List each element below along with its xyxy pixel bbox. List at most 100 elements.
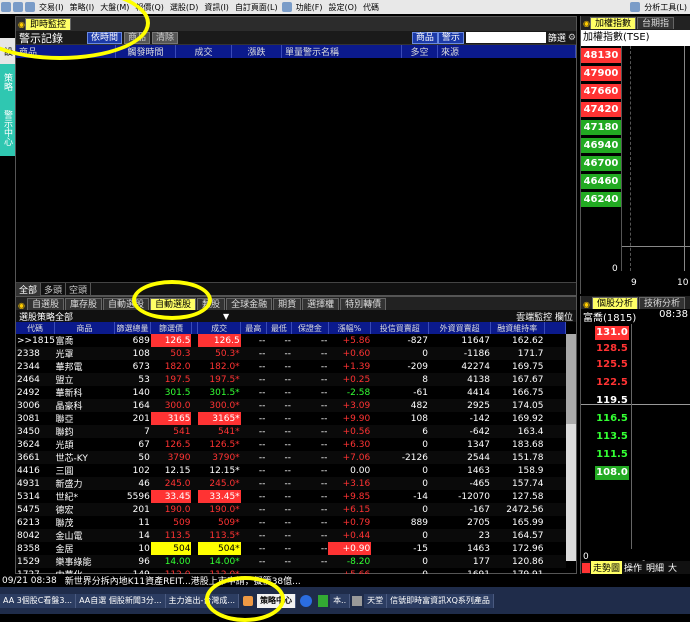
tab-large[interactable]: 大 [666,561,679,574]
app-icon[interactable] [318,594,329,607]
table-row[interactable]: 3624 光頡 67 126.5 126.5* -- -- -- +6.30 0 1347 183.6… [16,438,566,452]
tab-watchlist[interactable]: 自選股 [26,298,64,310]
table-row[interactable]: 3450 聯鈞 7 541 541* -- -- -- +0.56 6 -642 163.4 [16,425,566,438]
tab-convertible-bond[interactable]: 特別轉債 [340,298,387,310]
taskbar-strategy-center[interactable]: 策略中心 [257,593,297,608]
tab-stock-analysis[interactable]: 個股分析 [591,297,638,309]
col-screen-volume[interactable]: 篩選總量 [114,322,152,334]
table-row[interactable]: 2338 光罩 108 50.3 50.3* -- -- -- +0.60 0 -1186 171.7 [16,347,566,360]
panel-menu-icon[interactable]: ◉ [18,20,25,29]
tab-long[interactable]: 多頭 [41,282,67,296]
forward-icon[interactable] [13,2,23,12]
tab-options[interactable]: 選擇權 [302,298,340,310]
panel-menu-icon[interactable]: ◉ [581,19,590,28]
filter-label[interactable]: 篩選 [548,31,566,44]
browser-icon[interactable] [300,594,313,607]
tab-operations[interactable]: 操作 [622,561,644,574]
col-product[interactable]: 商品 [16,45,116,58]
chevron-down-icon[interactable]: ▼ [223,312,229,321]
table-row[interactable]: 4931 新盛力 46 245.0 245.0* -- -- -- +3.16 0 -465 157.… [16,477,566,490]
tab-auto-screen-1[interactable]: 自動選股 [103,298,150,310]
col-name[interactable]: 商品 [54,322,115,334]
table-row[interactable]: 8358 金居 10 504 504* -- -- -- +0.90 -15 1463 172.96 [16,542,566,555]
col-trigger-time[interactable]: 觸發時間 [116,45,176,58]
col-change[interactable]: 漲跌 [232,45,282,58]
menu-settings[interactable]: 設定(O) [325,2,360,13]
taskbar-item[interactable]: 信號即時富資訊XQ系列產品 [387,593,494,608]
menu-info[interactable]: 資訊(I) [201,2,232,13]
table-row[interactable]: 3081 聯亞 201 3165 3165* -- -- -- +9.90 108 -142 169.… [16,412,566,425]
tab-futures[interactable]: 期貨 [273,298,302,310]
col-margin-ratio[interactable]: 融資維持率 [490,322,545,334]
cursor-icon[interactable] [630,2,641,12]
news-ticker[interactable]: 09/21 08:38 新世界分拆內地K11資產REIT...港股上市申請，擬籌… [0,574,690,587]
panel-menu-icon[interactable]: ◉ [581,300,592,309]
col-change-pct[interactable]: 漲幅% [328,322,372,334]
tab-technical-analysis[interactable]: 技術分析 [639,297,686,309]
toolbar-icon[interactable] [281,2,292,12]
col-code[interactable]: 代碼 [16,322,55,334]
table-row[interactable]: 2464 盟立 53 197.5 197.5* -- -- -- +0.25 8 4138 167.6… [16,373,566,386]
by-time-button[interactable]: 依時間 [87,31,123,44]
tab-sector[interactable]: 類股 [197,298,226,310]
col-trust-net[interactable]: 投信買賣超 [370,322,430,334]
settings-gear-icon[interactable]: ⚙ [568,33,576,43]
side-tab-alert-center[interactable]: 警示中心 [0,100,15,156]
col-foreign-net[interactable]: 外資買賣超 [428,322,492,334]
table-row[interactable]: 3661 世芯-KY 50 3790 3790* -- -- -- +7.06 -2126 2544… [16,451,566,464]
menu-function[interactable]: 功能(F) [293,2,326,13]
alert-filter-button[interactable]: 警示 [437,31,464,44]
tab-details[interactable]: 明細 [644,561,666,574]
col-low[interactable]: 最低 [266,322,293,334]
table-row[interactable]: 5314 世紀* 5596 33.45 33.45* -- -- -- +9.85 -14 -120… [16,490,566,503]
table-row[interactable]: 1529 樂事綠能 96 14.00 14.00* -- -- -- -8.20 0 177 120.… [16,555,566,568]
tab-short[interactable]: 空頭 [66,282,92,296]
table-row[interactable]: 5475 德宏 201 190.0 190.0* -- -- -- +6.15 0 -167 2472… [16,503,566,516]
taskbar-item[interactable]: 天堂 [364,593,388,608]
side-tab-settings[interactable]: 設 [0,38,15,64]
taskbar-item[interactable]: 本.. [330,593,351,608]
menu-analysis-tools[interactable]: 分析工具(L) [641,2,690,13]
app-icon[interactable] [243,595,254,606]
table-row[interactable]: >>1815 富喬 689 126.5 126.5 -- -- -- +5.86 -827 1164… [16,334,566,347]
tab-tx-futures[interactable]: 台期指 [637,17,675,29]
app-icon[interactable] [352,595,363,606]
menu-market[interactable]: 大盤(M) [97,2,132,13]
col-margin[interactable]: 保證金 [291,322,329,334]
table-row[interactable]: 2492 華新科 140 301.5 301.5* -- -- -- -2.58 -61 4414 1… [16,386,566,400]
menu-trade[interactable]: 交易(I) [36,2,67,13]
taskbar-item[interactable]: AA自選 個股新聞3分... [76,593,166,608]
menu-custom-page[interactable]: 自訂頁面(L) [232,2,281,13]
back-icon[interactable] [1,2,11,12]
taskbar-item[interactable]: AA 3個股C看盤3... [0,593,77,608]
table-row[interactable]: 3006 晶豪科 164 300.0 300.0* -- -- -- +3.09 482 2925 1… [16,399,566,412]
side-tab-strategy[interactable]: 策略 [0,64,15,100]
menu-strategy[interactable]: 策略(I) [67,2,98,13]
menu-code[interactable]: 代碼 [360,2,382,13]
grid-scrollbar[interactable] [566,334,576,561]
table-row[interactable]: 2344 華邦電 673 182.0 182.0* -- -- -- +1.39 -209 4227… [16,360,566,374]
product-filter-button[interactable]: 商品 [411,31,438,44]
alert-search-input[interactable] [465,32,546,43]
tab-realtime-monitor[interactable]: 即時監控 [24,18,71,30]
taskbar-item[interactable]: 主力進出-台灣成... [165,593,240,608]
menu-quote[interactable]: 報價(Q) [132,2,167,13]
table-row[interactable]: 6213 聯茂 11 509 509* -- -- -- +0.79 889 2705 165.99 [16,516,566,530]
up-icon[interactable] [25,2,35,12]
col-source[interactable]: 來源 [438,45,576,58]
col-alert-name[interactable]: 單量警示名稱 [282,45,402,58]
table-row[interactable]: 8042 金山電 14 113.5 113.5* -- -- -- +0.44 0 23 164.57 [16,529,566,542]
col-screen-price[interactable]: 篩選價 [150,322,192,334]
tab-all[interactable]: 全部 [16,282,42,296]
col-high[interactable]: 最高 [240,322,267,334]
by-product-button[interactable]: 商品 [124,31,151,44]
columns-button[interactable]: 欄位 [555,313,573,323]
tab-auto-screen[interactable]: 自動選股 [150,298,197,310]
tab-intraday[interactable]: 走勢圖 [591,561,623,574]
menu-screener[interactable]: 選股(D) [167,2,201,13]
tab-taiex[interactable]: 加權指數 [589,17,636,29]
cloud-monitor-button[interactable]: 雲端監控 [516,313,552,323]
tab-global-finance[interactable]: 全球金融 [226,298,273,310]
col-close[interactable]: 成交 [197,322,241,334]
clear-button[interactable]: 清除 [152,31,179,44]
